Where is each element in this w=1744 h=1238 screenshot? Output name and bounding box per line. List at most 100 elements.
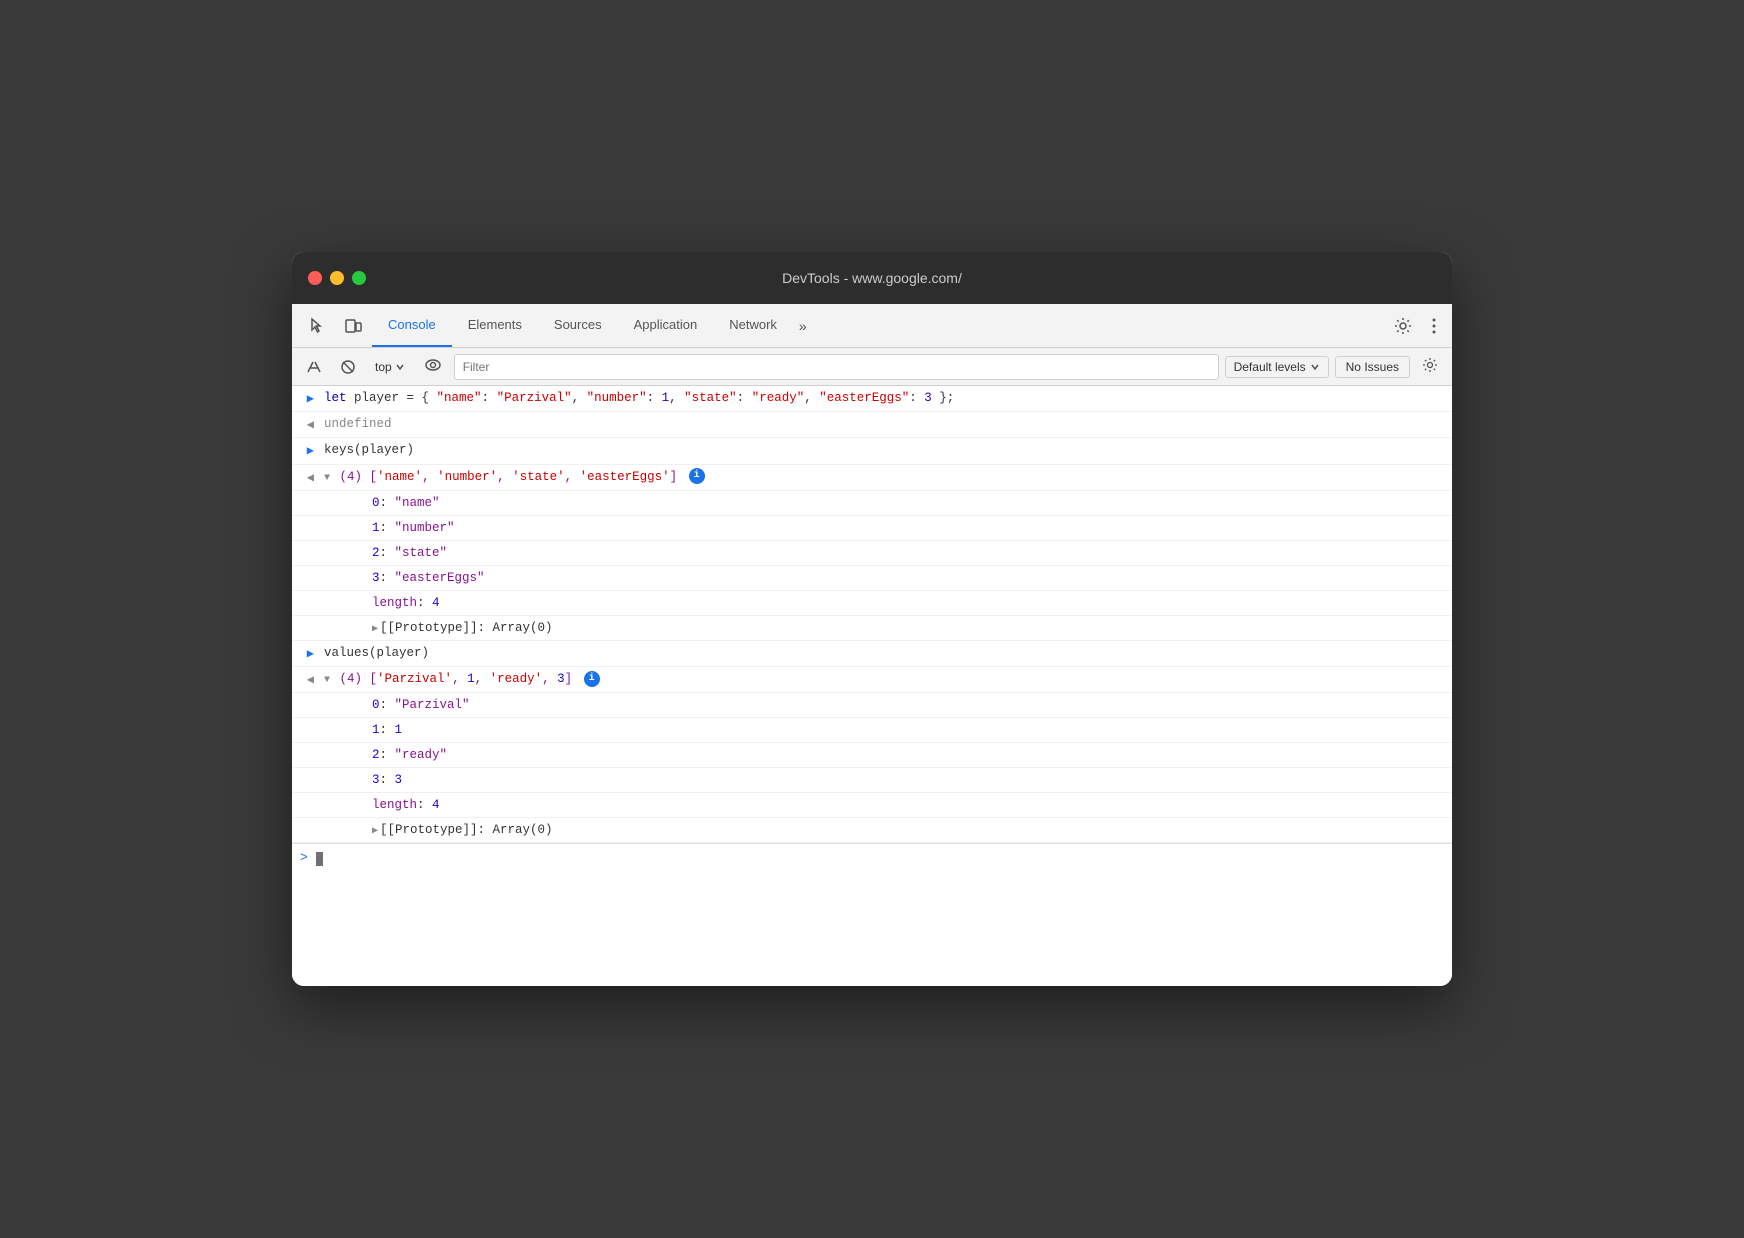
eye-icon	[424, 359, 442, 371]
maximize-button[interactable]	[352, 271, 366, 285]
line-gutter	[340, 695, 368, 697]
console-toolbar: top Default levels No Issues	[292, 348, 1452, 386]
console-line-child: 3: 3	[292, 768, 1452, 793]
console-line: ▶ keys(player)	[292, 438, 1452, 464]
line-gutter	[340, 795, 368, 797]
prototype-triangle-2[interactable]: ▶	[372, 824, 378, 840]
line-gutter: ▶	[292, 440, 320, 461]
line-content: length: 4	[368, 795, 1444, 815]
line-gutter	[340, 618, 368, 620]
output-arrow-2: ◀	[307, 469, 314, 488]
customize-button[interactable]	[1424, 312, 1444, 340]
input-arrow-3: ▶	[307, 645, 314, 664]
default-levels-button[interactable]: Default levels	[1225, 356, 1329, 378]
prototype-triangle[interactable]: ▶	[372, 622, 378, 638]
line-gutter	[340, 543, 368, 545]
minimize-button[interactable]	[330, 271, 344, 285]
line-gutter: ▶	[292, 643, 320, 664]
line-gutter	[340, 820, 368, 822]
line-content: let player = { "name": "Parzival", "numb…	[320, 388, 1444, 408]
console-line-child: 2: "ready"	[292, 743, 1452, 768]
console-line: ◀ undefined	[292, 412, 1452, 438]
line-gutter: ◀	[292, 414, 320, 435]
console-line-child: ▶[[Prototype]]: Array(0)	[292, 616, 1452, 641]
window-title: DevTools - www.google.com/	[782, 270, 962, 286]
tab-application[interactable]: Application	[618, 304, 714, 347]
tab-console[interactable]: Console	[372, 304, 452, 347]
line-content: 2: "ready"	[368, 745, 1444, 765]
line-gutter	[340, 745, 368, 747]
gear-small-icon	[1422, 357, 1438, 373]
console-output: ▶ let player = { "name": "Parzival", "nu…	[292, 386, 1452, 986]
console-line: ◀ ▼ (4) ['name', 'number', 'state', 'eas…	[292, 465, 1452, 491]
console-cursor[interactable]	[316, 852, 323, 866]
line-content: keys(player)	[320, 440, 1444, 460]
line-content: 1: 1	[368, 720, 1444, 740]
chevron-down-icon	[395, 362, 405, 372]
device-toolbar-button[interactable]	[336, 311, 370, 341]
input-arrow-2: ▶	[307, 442, 314, 461]
titlebar: DevTools - www.google.com/	[292, 252, 1452, 304]
block-requests-button[interactable]	[334, 355, 362, 379]
traffic-lights	[308, 271, 366, 285]
main-tabs: Console Elements Sources Application Net…	[372, 304, 1384, 347]
devtools-window: DevTools - www.google.com/ Console Eleme…	[292, 252, 1452, 986]
console-line-child: 0: "name"	[292, 491, 1452, 516]
line-gutter: ▶	[292, 388, 320, 409]
console-line: ▶ values(player)	[292, 641, 1452, 667]
collapse-triangle[interactable]: ▼	[324, 471, 330, 487]
line-gutter	[340, 493, 368, 495]
line-gutter	[340, 568, 368, 570]
line-gutter: ◀	[292, 467, 320, 488]
line-content: ▼ (4) ['Parzival', 1, 'ready', 3] i	[320, 669, 1444, 689]
console-line-child: 2: "state"	[292, 541, 1452, 566]
line-gutter	[340, 593, 368, 595]
line-content: 3: 3	[368, 770, 1444, 790]
context-selector[interactable]: top	[368, 356, 412, 378]
close-button[interactable]	[308, 271, 322, 285]
eye-button[interactable]	[418, 354, 448, 379]
toolbar-right	[1386, 311, 1444, 341]
gear-icon	[1394, 317, 1412, 335]
tab-network[interactable]: Network	[713, 304, 793, 347]
line-gutter	[340, 770, 368, 772]
console-line-child: ▶[[Prototype]]: Array(0)	[292, 818, 1452, 843]
line-content: ▼ (4) ['name', 'number', 'state', 'easte…	[320, 467, 1444, 487]
clear-icon	[306, 359, 322, 375]
tab-elements[interactable]: Elements	[452, 304, 538, 347]
line-content: 0: "name"	[368, 493, 1444, 513]
console-input-line: >	[292, 843, 1452, 873]
info-badge-2[interactable]: i	[584, 671, 600, 687]
collapse-triangle-2[interactable]: ▼	[324, 673, 330, 689]
tab-bar: Console Elements Sources Application Net…	[292, 304, 1452, 348]
console-line: ▶ let player = { "name": "Parzival", "nu…	[292, 386, 1452, 412]
console-line-child: 1: 1	[292, 718, 1452, 743]
ellipsis-vertical-icon	[1432, 318, 1436, 334]
line-gutter: ◀	[292, 669, 320, 690]
line-content: ▶[[Prototype]]: Array(0)	[368, 820, 1444, 840]
line-content: ▶[[Prototype]]: Array(0)	[368, 618, 1444, 638]
console-line: ◀ ▼ (4) ['Parzival', 1, 'ready', 3] i	[292, 667, 1452, 693]
line-gutter	[340, 720, 368, 722]
more-tabs-button[interactable]: »	[793, 304, 813, 347]
info-badge[interactable]: i	[689, 468, 705, 484]
line-content: undefined	[320, 414, 1444, 434]
console-line-child: 0: "Parzival"	[292, 693, 1452, 718]
tab-sources[interactable]: Sources	[538, 304, 618, 347]
block-icon	[340, 359, 356, 375]
console-line-child: length: 4	[292, 591, 1452, 616]
input-prompt: >	[300, 848, 308, 869]
settings-button[interactable]	[1386, 311, 1420, 341]
console-settings-button[interactable]	[1416, 353, 1444, 381]
output-arrow-3: ◀	[307, 671, 314, 690]
line-content: 2: "state"	[368, 543, 1444, 563]
no-issues-button[interactable]: No Issues	[1335, 356, 1410, 378]
output-arrow: ◀	[307, 416, 314, 435]
clear-console-button[interactable]	[300, 355, 328, 379]
line-content: 0: "Parzival"	[368, 695, 1444, 715]
filter-input[interactable]	[454, 354, 1219, 380]
line-content: 1: "number"	[368, 518, 1444, 538]
line-content: length: 4	[368, 593, 1444, 613]
inspect-element-button[interactable]	[300, 311, 334, 341]
line-content: 3: "easterEggs"	[368, 568, 1444, 588]
